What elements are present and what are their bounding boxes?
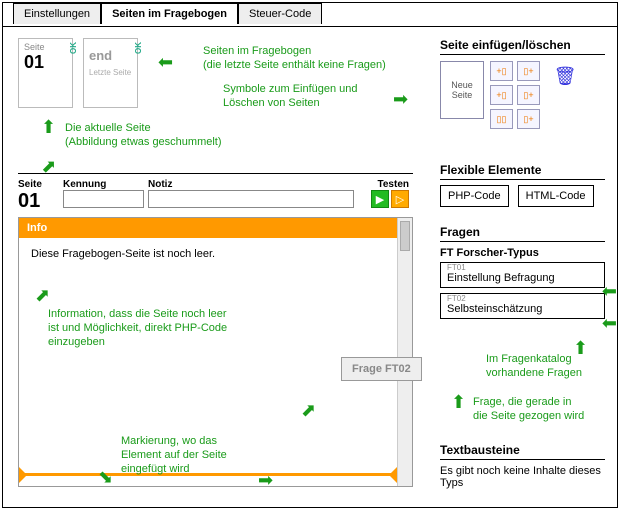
dragged-question[interactable]: Frage FT02 xyxy=(341,357,422,381)
split-icon[interactable]: ▯▯ xyxy=(490,109,513,129)
page-thumb-end[interactable]: OK end Letzte Seite xyxy=(83,38,138,108)
thumb-number: 01 xyxy=(24,52,67,73)
annotation-pages: Seiten im Fragebogen (die letzte Seite e… xyxy=(203,45,386,73)
arrow-icon: ⬈ xyxy=(301,401,316,419)
append-icon[interactable]: ▯+ xyxy=(517,109,540,129)
arrow-icon: ⬅ xyxy=(602,313,617,334)
tab-settings[interactable]: Einstellungen xyxy=(13,3,101,24)
page-editor-header: Seite Kennung Notiz Testen 01 ▶▷ xyxy=(18,173,413,213)
fragen-title: Fragen xyxy=(440,225,605,242)
html-code-button[interactable]: HTML-Code xyxy=(518,185,594,207)
page-thumbnails: Seite 01 OK OK end Letzte Seite xyxy=(18,38,138,108)
annotation-current: Die aktuelle Seite (Abbildung etwas gesc… xyxy=(65,122,222,150)
duplicate-before-icon[interactable]: +▯ xyxy=(490,85,513,105)
page-number: 01 xyxy=(18,190,40,212)
trash-icon[interactable]: 🗑 xyxy=(552,61,578,91)
scroll-thumb[interactable] xyxy=(400,221,410,251)
annotation-dragging: Frage, die gerade in die Seite gezogen w… xyxy=(473,396,584,424)
question-code: FT01 xyxy=(447,264,598,272)
section-fragen: Fragen FT Forscher-Typus FT01 Einstellun… xyxy=(440,225,605,324)
arrow-icon: ⬈ xyxy=(35,286,50,304)
thumb-end-label: end xyxy=(89,48,132,63)
arrow-icon: ⬆ xyxy=(451,393,466,411)
section-flex: Flexible Elemente PHP-Code HTML-Code xyxy=(440,163,605,207)
page-thumb-01[interactable]: Seite 01 OK xyxy=(18,38,73,108)
text-title: Textbausteine xyxy=(440,443,605,460)
duplicate-after-icon[interactable]: ▯+ xyxy=(517,85,540,105)
col-kennung: Kennung xyxy=(63,177,148,190)
annotation-symbols: Symbole zum Einfügen und Löschen von Sei… xyxy=(223,83,358,111)
arrow-icon: ➡ xyxy=(258,471,273,489)
arrow-icon: ⬅ xyxy=(602,281,617,302)
question-ft01[interactable]: FT01 Einstellung Befragung xyxy=(440,262,605,288)
tab-bar: Einstellungen Seiten im Fragebogen Steue… xyxy=(13,3,322,24)
insert-title: Seite einfügen/löschen xyxy=(440,38,605,55)
question-code: FT02 xyxy=(447,295,598,303)
notiz-input[interactable] xyxy=(148,190,354,208)
question-label: Selbsteinschätzung xyxy=(447,303,542,315)
col-notiz: Notiz xyxy=(148,177,358,190)
info-bar: Info xyxy=(19,218,412,238)
new-page-button[interactable]: Neue Seite xyxy=(440,61,484,119)
thumb-title: Seite xyxy=(24,42,45,52)
scrollbar[interactable] xyxy=(397,218,412,486)
text-empty: Es gibt noch keine Inhalte dieses Typs xyxy=(440,465,605,489)
arrow-icon: ➡ xyxy=(393,90,408,108)
section-text: Textbausteine Es gibt noch keine Inhalte… xyxy=(440,443,605,489)
php-code-button[interactable]: PHP-Code xyxy=(440,185,509,207)
annotation-insert: Markierung, wo das Element auf der Seite… xyxy=(121,435,227,476)
thumb-end-sub: Letzte Seite xyxy=(89,68,132,77)
annotation-info: Information, dass die Seite noch leer is… xyxy=(48,308,227,349)
tab-code[interactable]: Steuer-Code xyxy=(238,3,322,24)
arrow-icon: ⬅ xyxy=(158,53,173,71)
page-action-grid: +▯ ▯+ +▯ ▯+ ▯▯ ▯+ xyxy=(490,61,540,129)
annotation-catalog: Im Fragenkatalog vorhandene Fragen xyxy=(486,353,582,381)
ok-icon: OK xyxy=(69,42,78,54)
ok-icon: OK xyxy=(134,42,143,54)
empty-message: Diese Fragebogen-Seite ist noch leer. xyxy=(31,248,400,260)
col-seite: Seite xyxy=(18,177,63,190)
insert-after-icon[interactable]: ▯+ xyxy=(517,61,540,81)
app-panel: Einstellungen Seiten im Fragebogen Steue… xyxy=(2,2,618,508)
col-testen: Testen xyxy=(358,177,413,190)
test-skip-button[interactable]: ▷ xyxy=(391,190,409,208)
arrow-icon: ⬆ xyxy=(41,118,56,136)
test-play-button[interactable]: ▶ xyxy=(371,190,389,208)
insert-before-icon[interactable]: +▯ xyxy=(490,61,513,81)
tab-divider xyxy=(3,26,617,27)
question-label: Einstellung Befragung xyxy=(447,272,555,284)
arrow-icon: ⬊ xyxy=(98,468,113,486)
kennung-input[interactable] xyxy=(63,190,144,208)
sidebar-insert: Seite einfügen/löschen Neue Seite +▯ ▯+ … xyxy=(440,38,605,129)
flex-title: Flexible Elemente xyxy=(440,163,605,180)
question-group: FT Forscher-Typus xyxy=(440,247,605,259)
question-ft02[interactable]: FT02 Selbsteinschätzung xyxy=(440,293,605,319)
tab-pages[interactable]: Seiten im Fragebogen xyxy=(101,3,238,24)
